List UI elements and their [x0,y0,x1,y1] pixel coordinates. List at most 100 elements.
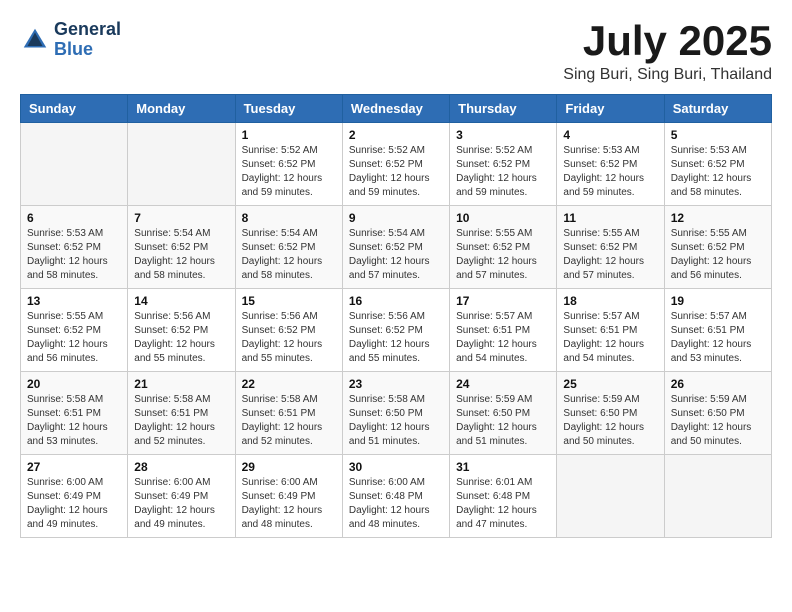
day-number: 4 [563,128,657,142]
day-info: Sunrise: 5:53 AM Sunset: 6:52 PM Dayligh… [671,144,765,200]
day-info: Sunrise: 5:54 AM Sunset: 6:52 PM Dayligh… [349,227,443,283]
calendar-cell: 24Sunrise: 5:59 AM Sunset: 6:50 PM Dayli… [450,372,557,455]
weekday-header: Tuesday [235,95,342,123]
calendar-week-row: 13Sunrise: 5:55 AM Sunset: 6:52 PM Dayli… [21,289,772,372]
calendar-cell: 21 Sunrise: 5:58 AM Sunset: 6:51 PM Dayli… [128,372,235,455]
day-info: Sunrise: 6:01 AM Sunset: 6:48 PM Dayligh… [456,476,550,532]
day-info: Sunrise: 5:55 AM Sunset: 6:52 PM Dayligh… [456,227,550,283]
day-info: Sunrise: 5:52 AM Sunset: 6:52 PM Dayligh… [242,144,336,200]
logo-icon [20,25,50,55]
day-info: Sunrise: 5:58 AM Sunset: 6:51 PM Dayligh… [134,393,228,449]
title-section: July 2025 Sing Buri, Sing Buri, Thailand [563,20,772,84]
weekday-header: Saturday [664,95,771,123]
calendar-cell: 2 Sunrise: 5:52 AM Sunset: 6:52 PM Daylig… [342,123,449,206]
weekday-header: Sunday [21,95,128,123]
day-info: Sunrise: 5:57 AM Sunset: 6:51 PM Dayligh… [456,310,550,366]
day-number: 27 [27,460,121,474]
weekday-header: Thursday [450,95,557,123]
day-number: 29 [242,460,336,474]
weekday-header: Monday [128,95,235,123]
calendar-cell: 19Sunrise: 5:57 AM Sunset: 6:51 PM Dayli… [664,289,771,372]
day-number: 17 [456,294,550,308]
day-info: Sunrise: 5:53 AM Sunset: 6:52 PM Dayligh… [563,144,657,200]
day-info: Sunrise: 5:52 AM Sunset: 6:52 PM Dayligh… [456,144,550,200]
day-number: 5 [671,128,765,142]
calendar-cell: 14 Sunrise: 5:56 AM Sunset: 6:52 PM Dayli… [128,289,235,372]
calendar-cell: 25 Sunrise: 5:59 AM Sunset: 6:50 PM Dayli… [557,372,664,455]
calendar-cell: 12Sunrise: 5:55 AM Sunset: 6:52 PM Dayli… [664,206,771,289]
day-number: 8 [242,211,336,225]
day-number: 11 [563,211,657,225]
day-info: Sunrise: 5:55 AM Sunset: 6:52 PM Dayligh… [27,310,121,366]
day-info: Sunrise: 5:59 AM Sunset: 6:50 PM Dayligh… [456,393,550,449]
day-number: 26 [671,377,765,391]
day-info: Sunrise: 6:00 AM Sunset: 6:49 PM Dayligh… [27,476,121,532]
day-info: Sunrise: 6:00 AM Sunset: 6:49 PM Dayligh… [242,476,336,532]
day-number: 20 [27,377,121,391]
day-number: 31 [456,460,550,474]
calendar-cell: 5 Sunrise: 5:53 AM Sunset: 6:52 PM Daylig… [664,123,771,206]
day-info: Sunrise: 5:56 AM Sunset: 6:52 PM Dayligh… [134,310,228,366]
calendar-header-row: SundayMondayTuesdayWednesdayThursdayFrid… [21,95,772,123]
calendar-cell: 20 Sunrise: 5:58 AM Sunset: 6:51 PM Dayli… [21,372,128,455]
day-info: Sunrise: 5:59 AM Sunset: 6:50 PM Dayligh… [563,393,657,449]
calendar-cell: 23 Sunrise: 5:58 AM Sunset: 6:50 PM Dayli… [342,372,449,455]
calendar-cell: 1 Sunrise: 5:52 AM Sunset: 6:52 PM Daylig… [235,123,342,206]
day-info: Sunrise: 5:55 AM Sunset: 6:52 PM Dayligh… [563,227,657,283]
day-number: 15 [242,294,336,308]
day-info: Sunrise: 5:56 AM Sunset: 6:52 PM Dayligh… [242,310,336,366]
day-number: 14 [134,294,228,308]
calendar-cell: 15 Sunrise: 5:56 AM Sunset: 6:52 PM Dayli… [235,289,342,372]
calendar-cell: 11 Sunrise: 5:55 AM Sunset: 6:52 PM Dayli… [557,206,664,289]
calendar-cell [664,455,771,538]
day-number: 7 [134,211,228,225]
logo-text: General Blue [54,20,121,60]
day-number: 1 [242,128,336,142]
day-number: 21 [134,377,228,391]
day-info: Sunrise: 5:58 AM Sunset: 6:51 PM Dayligh… [242,393,336,449]
calendar-week-row: 20 Sunrise: 5:58 AM Sunset: 6:51 PM Dayli… [21,372,772,455]
day-number: 3 [456,128,550,142]
day-number: 25 [563,377,657,391]
calendar-cell: 18Sunrise: 5:57 AM Sunset: 6:51 PM Dayli… [557,289,664,372]
calendar-cell: 31 Sunrise: 6:01 AM Sunset: 6:48 PM Dayli… [450,455,557,538]
weekday-header: Friday [557,95,664,123]
day-number: 16 [349,294,443,308]
calendar-cell: 7 Sunrise: 5:54 AM Sunset: 6:52 PM Daylig… [128,206,235,289]
day-info: Sunrise: 5:55 AM Sunset: 6:52 PM Dayligh… [671,227,765,283]
calendar-cell: 29 Sunrise: 6:00 AM Sunset: 6:49 PM Dayli… [235,455,342,538]
day-info: Sunrise: 5:56 AM Sunset: 6:52 PM Dayligh… [349,310,443,366]
day-info: Sunrise: 5:59 AM Sunset: 6:50 PM Dayligh… [671,393,765,449]
calendar-cell: 28Sunrise: 6:00 AM Sunset: 6:49 PM Dayli… [128,455,235,538]
day-number: 18 [563,294,657,308]
calendar-cell: 22 Sunrise: 5:58 AM Sunset: 6:51 PM Dayli… [235,372,342,455]
day-info: Sunrise: 5:54 AM Sunset: 6:52 PM Dayligh… [242,227,336,283]
location: Sing Buri, Sing Buri, Thailand [563,66,772,84]
day-info: Sunrise: 5:58 AM Sunset: 6:51 PM Dayligh… [27,393,121,449]
calendar-cell: 3 Sunrise: 5:52 AM Sunset: 6:52 PM Daylig… [450,123,557,206]
day-number: 30 [349,460,443,474]
weekday-header: Wednesday [342,95,449,123]
day-number: 2 [349,128,443,142]
month-title: July 2025 [563,20,772,62]
day-number: 10 [456,211,550,225]
calendar-cell: 13Sunrise: 5:55 AM Sunset: 6:52 PM Dayli… [21,289,128,372]
calendar-week-row: 27 Sunrise: 6:00 AM Sunset: 6:49 PM Dayli… [21,455,772,538]
calendar-cell: 27 Sunrise: 6:00 AM Sunset: 6:49 PM Dayli… [21,455,128,538]
day-number: 22 [242,377,336,391]
calendar-week-row: 1 Sunrise: 5:52 AM Sunset: 6:52 PM Daylig… [21,123,772,206]
day-info: Sunrise: 5:54 AM Sunset: 6:52 PM Dayligh… [134,227,228,283]
day-info: Sunrise: 6:00 AM Sunset: 6:49 PM Dayligh… [134,476,228,532]
day-number: 6 [27,211,121,225]
day-info: Sunrise: 5:58 AM Sunset: 6:50 PM Dayligh… [349,393,443,449]
calendar-cell: 10 Sunrise: 5:55 AM Sunset: 6:52 PM Dayli… [450,206,557,289]
page-header: General Blue July 2025 Sing Buri, Sing B… [20,20,772,84]
day-number: 19 [671,294,765,308]
logo: General Blue [20,20,121,60]
day-info: Sunrise: 5:52 AM Sunset: 6:52 PM Dayligh… [349,144,443,200]
calendar-cell: 9Sunrise: 5:54 AM Sunset: 6:52 PM Daylig… [342,206,449,289]
calendar-cell: 30Sunrise: 6:00 AM Sunset: 6:48 PM Dayli… [342,455,449,538]
calendar-cell: 8 Sunrise: 5:54 AM Sunset: 6:52 PM Daylig… [235,206,342,289]
calendar-table: SundayMondayTuesdayWednesdayThursdayFrid… [20,94,772,538]
day-number: 23 [349,377,443,391]
